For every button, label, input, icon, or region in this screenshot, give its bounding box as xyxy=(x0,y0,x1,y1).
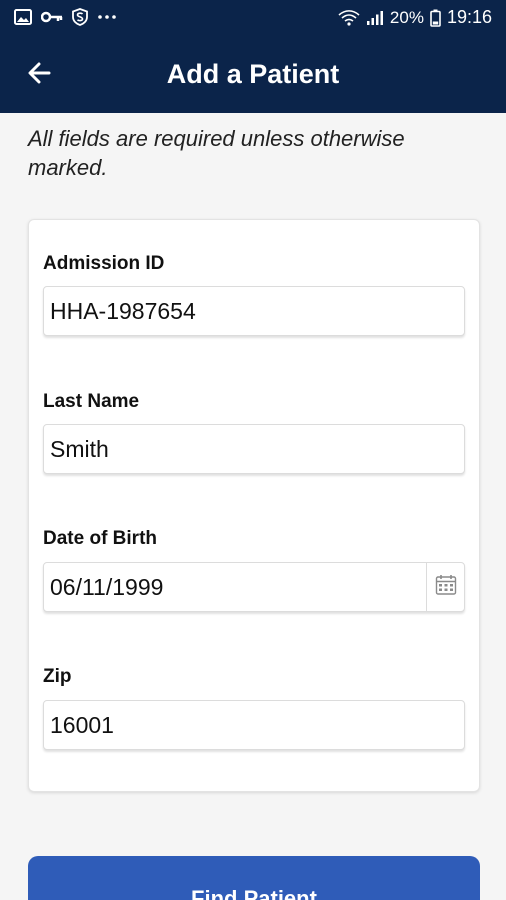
clock: 19:16 xyxy=(446,7,492,27)
zip-label: Zip xyxy=(43,666,72,687)
wifi-icon xyxy=(338,9,360,26)
battery-icon xyxy=(430,9,441,27)
status-bar: 20% 19:16 xyxy=(0,0,506,36)
image-icon xyxy=(14,9,32,25)
more-dots-icon xyxy=(97,14,117,20)
status-right-indicators: 20% 19:16 xyxy=(338,7,492,28)
last-name-input[interactable] xyxy=(43,424,465,474)
battery-percent: 20% xyxy=(389,7,424,27)
patient-form-card: Admission ID Last Name Date of Birth Zip xyxy=(28,219,480,792)
status-left-icons xyxy=(14,8,117,26)
admission-id-label: Admission ID xyxy=(43,253,165,274)
date-of-birth-input[interactable] xyxy=(44,563,426,611)
signal-icon xyxy=(366,10,384,26)
page-title: Add a Patient xyxy=(166,59,340,89)
shield-s-icon xyxy=(72,8,88,26)
date-of-birth-field xyxy=(43,562,465,612)
last-name-label: Last Name xyxy=(43,391,140,412)
admission-id-input[interactable] xyxy=(43,286,465,336)
date-of-birth-label: Date of Birth xyxy=(43,528,157,549)
key-icon xyxy=(41,10,63,24)
calendar-button[interactable] xyxy=(426,563,464,611)
app-bar: Add a Patient xyxy=(0,36,506,113)
find-patient-button[interactable]: Find Patient xyxy=(28,856,480,900)
form-instructions: All fields are required unless otherwise… xyxy=(28,126,405,180)
zip-input[interactable] xyxy=(43,700,465,750)
calendar-icon xyxy=(435,574,457,601)
